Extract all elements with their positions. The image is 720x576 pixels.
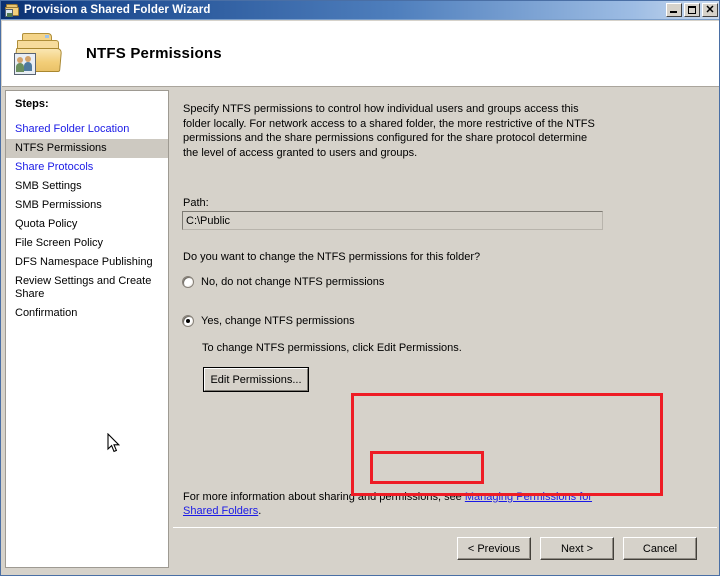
previous-button[interactable]: < Previous xyxy=(457,537,531,560)
question-text: Do you want to change the NTFS permissio… xyxy=(183,251,481,263)
edit-permissions-hint: To change NTFS permissions, click Edit P… xyxy=(202,342,462,354)
content-panel: Specify NTFS permissions to control how … xyxy=(173,90,717,526)
sidebar-step-8: Review Settings and Create Share xyxy=(15,275,152,300)
radio-no-change[interactable]: No, do not change NTFS permissions xyxy=(182,276,384,289)
steps-sidebar: Steps: Shared Folder Location NTFS Permis… xyxy=(5,90,169,568)
title-bar-buttons: ✕ xyxy=(666,3,718,17)
sidebar-step-6: File Screen Policy xyxy=(15,237,104,249)
intro-text: Specify NTFS permissions to control how … xyxy=(183,103,595,159)
radio-no-change-label: No, do not change NTFS permissions xyxy=(201,276,385,288)
radio-yes-change-label: Yes, change NTFS permissions xyxy=(201,315,355,327)
radio-yes-change-mark xyxy=(182,315,194,327)
sidebar-step-9: Confirmation xyxy=(15,307,78,319)
more-info-suffix: . xyxy=(258,505,262,517)
close-button[interactable]: ✕ xyxy=(702,3,718,17)
sidebar-step-4: SMB Permissions xyxy=(15,199,102,211)
sidebar-step-3: SMB Settings xyxy=(15,180,82,192)
sidebar-step-1: NTFS Permissions xyxy=(6,139,168,158)
sidebar-step-2[interactable]: Share Protocols xyxy=(6,158,168,177)
more-info-prefix: For more information about sharing and p… xyxy=(183,491,465,503)
sidebar-step-5: Quota Policy xyxy=(15,218,78,230)
maximize-button[interactable] xyxy=(684,3,700,17)
edit-permissions-button-label: Edit Permissions... xyxy=(204,368,308,391)
annotation-box-inner xyxy=(370,451,484,484)
radio-no-change-mark xyxy=(182,276,194,288)
title-bar: Provision a Shared Folder Wizard ✕ xyxy=(1,1,719,20)
radio-yes-change[interactable]: Yes, change NTFS permissions xyxy=(182,315,355,328)
window-title: Provision a Shared Folder Wizard xyxy=(24,4,211,16)
more-info-text: For more information about sharing and p… xyxy=(183,490,603,518)
folder-users-icon xyxy=(4,2,20,18)
steps-label: Steps: xyxy=(15,98,49,110)
button-bar: < Previous Next > Cancel xyxy=(173,528,717,575)
folder-users-large-icon xyxy=(12,29,66,79)
next-button[interactable]: Next > xyxy=(540,537,614,560)
path-label: Path: xyxy=(183,197,209,209)
minimize-button[interactable] xyxy=(666,3,682,17)
annotation-box-outer xyxy=(351,393,663,496)
path-input[interactable]: C:\Public xyxy=(182,211,603,230)
cancel-button[interactable]: Cancel xyxy=(623,537,697,560)
users-badge-icon xyxy=(14,52,36,75)
page-header: NTFS Permissions xyxy=(2,21,719,87)
sidebar-step-0[interactable]: Shared Folder Location xyxy=(6,120,168,139)
page-title: NTFS Permissions xyxy=(86,45,222,62)
wizard-window: Provision a Shared Folder Wizard ✕ NTFS … xyxy=(0,0,720,576)
sidebar-step-7: DFS Namespace Publishing xyxy=(15,256,153,268)
steps-list: Shared Folder Location NTFS Permissions Sh… xyxy=(6,120,168,323)
edit-permissions-button[interactable]: Edit Permissions... xyxy=(203,367,309,392)
